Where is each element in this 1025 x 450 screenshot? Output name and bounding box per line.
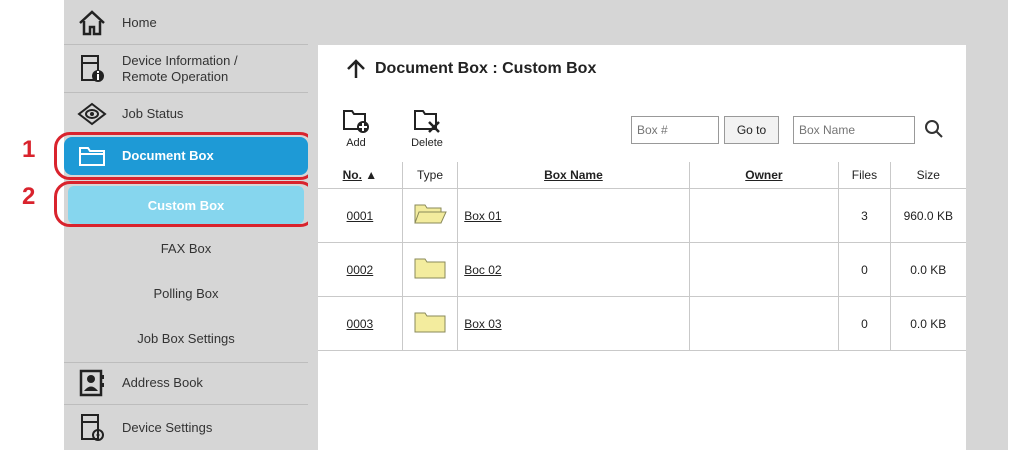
row-number-link[interactable]: 0001 <box>347 209 374 223</box>
nav-fax-box[interactable]: FAX Box <box>64 230 308 266</box>
search-icon[interactable] <box>924 119 944 144</box>
add-button-label: Add <box>346 137 366 149</box>
nav-job-status[interactable]: Job Status <box>64 96 308 132</box>
delete-folder-icon <box>414 110 440 133</box>
callout-2-outline <box>54 181 316 227</box>
nav-home[interactable]: Home <box>64 4 308 42</box>
open-folder-icon <box>402 188 459 243</box>
box-name-input[interactable] <box>793 116 915 144</box>
size-cell: 0.0 KB <box>890 242 966 297</box>
callout-number-1: 1 <box>22 136 36 163</box>
col-no[interactable]: No. ▲ <box>318 162 403 189</box>
box-name-link[interactable]: Box 01 <box>464 209 501 223</box>
add-button[interactable]: Add <box>327 103 385 155</box>
nav-device-settings[interactable]: Device Settings <box>64 408 308 448</box>
callout-number-2: 2 <box>22 183 36 210</box>
nav-address-book[interactable]: Address Book <box>64 364 308 402</box>
box-name-link[interactable]: Box 03 <box>464 317 501 331</box>
nav-address-book-label: Address Book <box>122 375 203 390</box>
folder-icon <box>402 242 459 297</box>
col-type: Type <box>402 162 459 189</box>
table-row: 0001 Box 01 3 960.0 KB <box>318 188 966 243</box>
nav-polling-box[interactable]: Polling Box <box>64 275 308 311</box>
box-table: No. ▲ Type Box Name Owner Files Size 000… <box>318 162 966 351</box>
up-arrow-icon[interactable] <box>345 58 367 80</box>
col-files: Files <box>838 162 891 189</box>
home-icon <box>76 7 108 39</box>
delete-button-label: Delete <box>411 137 443 149</box>
box-number-input[interactable] <box>631 116 719 144</box>
col-owner[interactable]: Owner <box>689 162 840 189</box>
size-cell: 0.0 KB <box>890 296 966 351</box>
callout-1-outline <box>54 132 316 180</box>
nav-job-status-label: Job Status <box>122 106 184 121</box>
box-name-link[interactable]: Boc 02 <box>464 263 501 277</box>
size-cell: 960.0 KB <box>890 188 966 243</box>
add-folder-icon <box>343 110 369 133</box>
address-book-icon <box>76 367 108 399</box>
device-settings-icon <box>76 412 108 444</box>
eye-icon <box>76 98 108 130</box>
col-box-name[interactable]: Box Name <box>457 162 690 189</box>
files-cell: 0 <box>838 242 891 297</box>
nav-device-information[interactable]: Device Information / Remote Operation <box>64 48 308 90</box>
go-to-button[interactable]: Go to <box>724 116 779 144</box>
page-title: Document Box : Custom Box <box>345 58 596 80</box>
files-cell: 0 <box>838 296 891 351</box>
nav-device-settings-label: Device Settings <box>122 420 213 435</box>
delete-button[interactable]: Delete <box>398 103 456 155</box>
row-number-link[interactable]: 0003 <box>347 317 374 331</box>
table-row: 0003 Box 03 0 0.0 KB <box>318 296 966 351</box>
folder-icon <box>402 296 459 351</box>
nav-polling-box-label: Polling Box <box>153 285 219 301</box>
nav-home-label: Home <box>122 15 157 30</box>
device-info-icon <box>76 53 108 85</box>
owner-cell <box>689 188 840 243</box>
nav-job-box-settings[interactable]: Job Box Settings <box>64 320 308 356</box>
nav-job-box-settings-label: Job Box Settings <box>137 330 235 346</box>
nav-device-info-label: Device Information / Remote Operation <box>122 53 238 84</box>
row-number-link[interactable]: 0002 <box>347 263 374 277</box>
table-row: 0002 Boc 02 0 0.0 KB <box>318 242 966 297</box>
col-size: Size <box>890 162 966 189</box>
nav-fax-box-label: FAX Box <box>160 240 212 256</box>
page-title-text: Document Box : Custom Box <box>375 60 597 77</box>
files-cell: 3 <box>838 188 891 243</box>
owner-cell <box>689 242 840 297</box>
table-header-row: No. ▲ Type Box Name Owner Files Size <box>318 162 966 189</box>
owner-cell <box>689 296 840 351</box>
sort-ascending-icon: ▲ <box>365 168 378 182</box>
